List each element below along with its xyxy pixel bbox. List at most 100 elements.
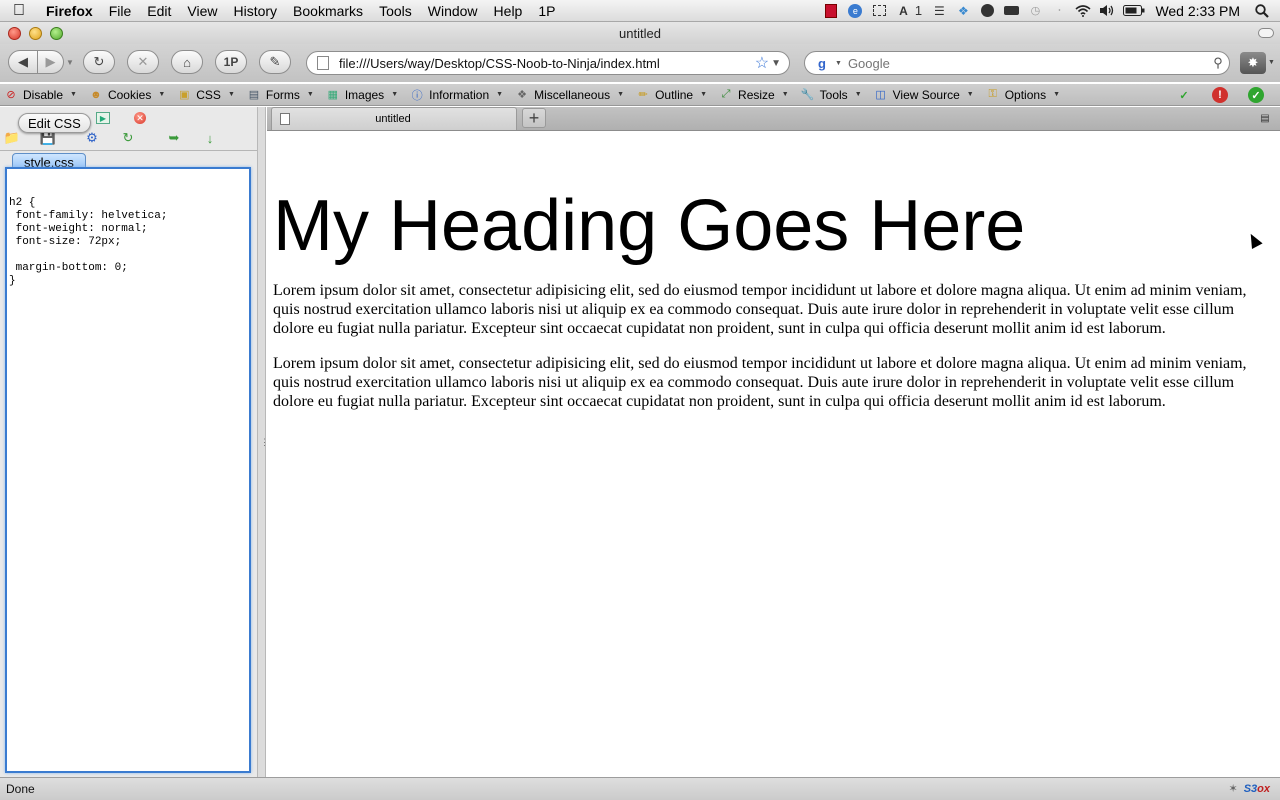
bluetooth-icon[interactable]: ᛫: [1051, 4, 1067, 18]
google-engine-icon[interactable]: g: [809, 56, 835, 71]
wd-miscellaneous-menu[interactable]: ❖ Miscellaneous ▼: [511, 88, 628, 102]
status-tool-icon[interactable]: ✶: [1228, 782, 1237, 795]
sidebar-splitter[interactable]: ⋮: [257, 107, 269, 777]
wd-disable-label: Disable: [23, 87, 64, 102]
new-tab-button[interactable]: +: [522, 108, 546, 128]
wd-outline-menu[interactable]: ✏ Outline ▼: [632, 88, 711, 102]
window-close-button[interactable]: [8, 27, 21, 40]
wd-css-menu[interactable]: ▣ CSS ▼: [173, 88, 239, 102]
bookmark-star-icon[interactable]: ☆: [755, 53, 769, 73]
wd-disable-menu[interactable]: ⊘ Disable ▼: [0, 88, 81, 102]
outline-pencil-icon: ✏: [638, 89, 648, 101]
wd-images-menu[interactable]: ▦ Images ▼: [322, 88, 402, 102]
css-valid-check-icon[interactable]: ✓: [1176, 87, 1192, 103]
wd-resize-menu[interactable]: ⤢ Resize ▼: [715, 88, 793, 102]
window-minimize-button[interactable]: [29, 27, 42, 40]
reload-button[interactable]: ↻: [83, 50, 115, 74]
wd-resize-label: Resize: [738, 87, 775, 102]
wd-options-menu[interactable]: ⚿ Options ▼: [982, 88, 1064, 102]
battery-icon[interactable]: [1123, 4, 1145, 18]
s3fox-suffix: ox: [1257, 782, 1270, 795]
wd-forms-label: Forms: [265, 87, 300, 102]
textexpander-icon[interactable]: e: [847, 3, 863, 18]
wd-view-source-menu[interactable]: ◫ View Source ▼: [870, 88, 978, 102]
url-text[interactable]: file:///Users/way/Desktop/CSS-Noob-to-Ni…: [339, 56, 755, 71]
chevron-down-icon: ▼: [306, 91, 314, 98]
style-icon[interactable]: ⚙: [84, 130, 100, 146]
s3fox-button[interactable]: S3ox: [1244, 783, 1270, 795]
css-editor-text[interactable]: h2 { font-family: helvetica; font-weight…: [7, 169, 249, 288]
search-input[interactable]: [847, 55, 1207, 71]
url-bar[interactable]: file:///Users/way/Desktop/CSS-Noob-to-Ni…: [306, 51, 790, 75]
search-icon[interactable]: ⚲: [1207, 55, 1229, 71]
menu-1password[interactable]: 1P: [530, 3, 563, 19]
status-bar: Done ✶ S3ox: [0, 777, 1280, 800]
url-history-dropdown-icon[interactable]: ▼: [771, 58, 781, 69]
time-machine-icon[interactable]: ◷: [1027, 4, 1043, 18]
menu-edit[interactable]: Edit: [139, 3, 179, 19]
apple-menu-icon[interactable]: : [0, 2, 38, 20]
wifi-icon[interactable]: [1075, 4, 1091, 18]
wd-cookies-menu[interactable]: ☻ Cookies ▼: [85, 88, 169, 102]
apply-icon[interactable]: ➥: [166, 130, 182, 146]
wd-tools-menu[interactable]: 🔧 Tools ▼: [797, 88, 866, 102]
wd-outline-label: Outline: [655, 87, 694, 102]
tab-title: untitled: [375, 113, 411, 125]
red-app-icon[interactable]: [823, 3, 839, 18]
wifi-scanner-icon[interactable]: ☰: [931, 4, 947, 18]
onepassword-button[interactable]: 1P: [215, 50, 247, 74]
chevron-down-icon: ▼: [227, 91, 235, 98]
open-folder-icon[interactable]: 📁: [4, 130, 20, 146]
menubar-clock[interactable]: Wed 2:33 PM: [1149, 3, 1250, 19]
spotlight-search-icon[interactable]: [1254, 3, 1270, 18]
menu-help[interactable]: Help: [486, 3, 531, 19]
font-icon[interactable]: A: [895, 4, 911, 18]
stop-button[interactable]: ✕: [127, 50, 159, 74]
js-error-icon[interactable]: !: [1212, 87, 1228, 103]
menu-bar:  Firefox File Edit View History Bookmar…: [0, 0, 1280, 22]
wd-forms-menu[interactable]: ▤ Forms ▼: [243, 88, 318, 102]
back-forward-group: ◀ ▶: [8, 50, 64, 74]
chevron-down-icon: ▼: [700, 91, 708, 98]
chevron-down-icon: ▼: [854, 91, 862, 98]
css-editor[interactable]: h2 { font-family: helvetica; font-weight…: [5, 167, 251, 773]
menu-file[interactable]: File: [101, 3, 140, 19]
s3fox-label: S3: [1243, 782, 1258, 795]
options-key-icon: ⚿: [988, 88, 997, 100]
back-button[interactable]: ◀: [8, 50, 38, 74]
menu-view[interactable]: View: [179, 3, 225, 19]
reload-styles-icon[interactable]: ↻: [120, 130, 136, 146]
history-dropdown-icon[interactable]: ▼: [66, 58, 74, 67]
clock-app-icon[interactable]: [979, 4, 995, 18]
truck-icon[interactable]: [1003, 4, 1019, 18]
download-arrow-icon[interactable]: ↓: [202, 130, 218, 146]
window-zoom-button[interactable]: [50, 27, 63, 40]
menu-firefox[interactable]: Firefox: [38, 3, 101, 19]
tab-untitled[interactable]: untitled: [271, 107, 517, 130]
view-source-icon: ◫: [875, 89, 886, 101]
engine-dropdown-icon[interactable]: ▼: [835, 60, 842, 67]
volume-icon[interactable]: [1099, 4, 1115, 18]
wd-information-menu[interactable]: ⓘ Information ▼: [406, 88, 507, 102]
forward-button[interactable]: ▶: [38, 50, 64, 74]
html-valid-icon[interactable]: ✓: [1248, 87, 1264, 103]
addons-dropdown-icon[interactable]: ▼: [1268, 59, 1275, 66]
menu-tools[interactable]: Tools: [371, 3, 420, 19]
toolbar-toggle-button[interactable]: [1258, 28, 1274, 38]
resize-icon: ⤢: [721, 88, 731, 100]
menu-bookmarks[interactable]: Bookmarks: [285, 3, 371, 19]
sidebar-close-icon[interactable]: ✕: [134, 112, 146, 124]
chevron-down-icon: ▼: [496, 91, 504, 98]
search-bar[interactable]: g ▼ ⚲: [804, 51, 1230, 75]
screenshot-icon[interactable]: [871, 4, 887, 18]
chevron-down-icon: ▼: [391, 91, 399, 98]
menu-history[interactable]: History: [225, 3, 285, 19]
wrench-button[interactable]: ✎: [259, 50, 291, 74]
menu-window[interactable]: Window: [420, 3, 486, 19]
web-page-content: My Heading Goes Here Lorem ipsum dolor s…: [267, 131, 1280, 777]
home-button[interactable]: ⌂: [171, 50, 203, 74]
tab-list-icon[interactable]: ▤: [1257, 112, 1273, 124]
dropbox-icon[interactable]: ❖: [955, 4, 971, 18]
addons-puzzle-icon[interactable]: ✸: [1240, 52, 1266, 74]
preview-toggle-icon[interactable]: ▶: [96, 112, 110, 124]
